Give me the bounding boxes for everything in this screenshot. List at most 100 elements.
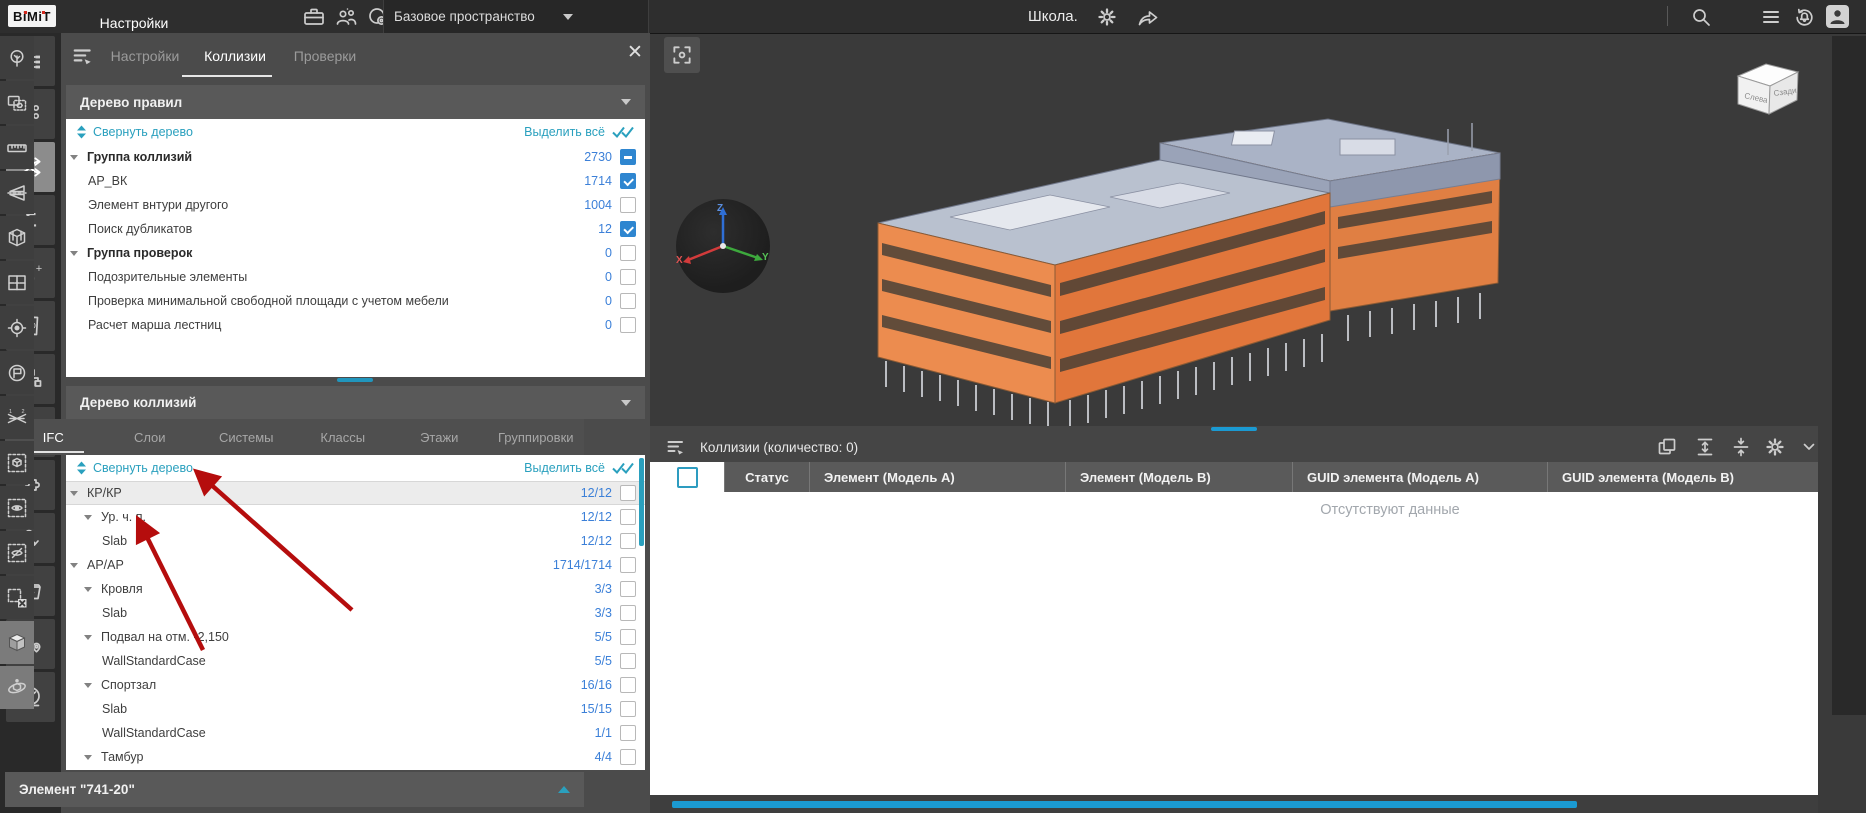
panel-drag-handle[interactable] [1211, 427, 1257, 431]
tree-item-checkbox[interactable] [620, 197, 636, 213]
collapse-tree-link[interactable]: Свернуть дерево [93, 125, 193, 139]
tool-select-box-button[interactable] [0, 441, 34, 484]
collapse-tree-link[interactable]: Свернуть дерево [93, 461, 193, 475]
tree-item-checkbox[interactable] [620, 317, 636, 333]
element-bar[interactable]: Элемент "741-20" [5, 772, 584, 807]
briefcase-icon[interactable] [302, 6, 326, 28]
tree-tab-этажи[interactable]: Этажи [391, 419, 488, 455]
view-cube[interactable]: Слева Сзади [1736, 60, 1802, 120]
tool-locate-button[interactable] [0, 306, 34, 349]
tree-item-checkbox[interactable] [620, 509, 636, 525]
tree-row[interactable]: АР/АР1714/1714 [66, 553, 645, 577]
tree-tab-слои[interactable]: Слои [102, 419, 199, 455]
user-avatar-icon[interactable] [1826, 5, 1849, 28]
tree-item-checkbox[interactable] [620, 749, 636, 765]
share-icon[interactable] [1136, 6, 1158, 28]
table-column-header[interactable]: Статус [724, 462, 809, 492]
table-column-header[interactable]: GUID элемента (Модель B) [1547, 462, 1818, 492]
tree-item-checkbox[interactable] [620, 677, 636, 693]
chevron-down-icon[interactable] [1798, 436, 1820, 458]
tool-section-plane-button[interactable] [0, 171, 34, 214]
table-column-header[interactable]: Элемент (Модель B) [1065, 462, 1292, 492]
tree-item-checkbox[interactable] [620, 533, 636, 549]
workspace-selector[interactable]: Базовое пространство [383, 0, 649, 33]
tool-collision-axes-button[interactable]: 1 2 [0, 396, 34, 439]
tree-tab-классы[interactable]: Классы [295, 419, 392, 455]
tab-kollizii[interactable]: Коллизии [190, 33, 280, 79]
tree-row[interactable]: Спортзал16/16 [66, 673, 645, 697]
tool-floorplan-button[interactable] [0, 261, 34, 304]
expand-caret-icon[interactable] [84, 755, 92, 760]
tree-item-checkbox[interactable] [620, 485, 636, 501]
tree-tab-системы[interactable]: Системы [198, 419, 295, 455]
tree-row[interactable]: Группа проверок0 [66, 241, 645, 265]
tree-item-checkbox[interactable] [620, 221, 636, 237]
tree-row[interactable]: Расчет марша лестниц0 [66, 313, 645, 337]
tool-zoom-to-selection-button[interactable] [0, 81, 34, 124]
settings-icon[interactable] [1764, 436, 1786, 458]
tree-row[interactable]: WallStandardCase1/1 [66, 721, 645, 745]
expand-caret-icon[interactable] [70, 251, 78, 256]
team-icon[interactable] [333, 6, 359, 28]
fit-view-button[interactable] [664, 37, 700, 73]
select-all-checkbox[interactable] [677, 467, 698, 488]
tool-clip-box-button[interactable] [0, 216, 34, 259]
tree-row[interactable]: Элемент внтури другого1004 [66, 193, 645, 217]
tree-row[interactable]: Slab12/12 [66, 529, 645, 553]
tree-item-checkbox[interactable] [620, 149, 636, 165]
project-settings-gear-icon[interactable] [1096, 6, 1118, 28]
search-icon[interactable] [1690, 6, 1712, 28]
tab-nastroyki[interactable]: Настройки [100, 33, 190, 79]
tree-row[interactable]: Ур. ч. п.12/12 [66, 505, 645, 529]
tree-item-checkbox[interactable] [620, 293, 636, 309]
tool-flag-marker-button[interactable] [0, 351, 34, 394]
tree-row[interactable]: Кровля3/3 [66, 577, 645, 601]
tab-proverki[interactable]: Проверки [280, 33, 370, 79]
sort-icon[interactable] [76, 125, 87, 139]
expand-caret-icon[interactable] [84, 587, 92, 592]
tree-row[interactable]: КР/КР12/12 [66, 481, 645, 505]
tool-hide-selected-button[interactable] [0, 531, 34, 574]
tree-row[interactable]: WallStandardCase5/5 [66, 649, 645, 673]
menu-list-icon[interactable] [1760, 6, 1782, 28]
tree-item-checkbox[interactable] [620, 725, 636, 741]
tree-item-checkbox[interactable] [620, 173, 636, 189]
expand-caret-icon[interactable] [84, 635, 92, 640]
table-column-header[interactable]: Элемент (Модель A) [809, 462, 1065, 492]
close-panel-icon[interactable]: ✕ [627, 45, 643, 61]
tree-scrollbar[interactable] [639, 458, 644, 546]
tool-measure-button[interactable] [0, 126, 34, 169]
splitter-handle[interactable] [337, 378, 373, 382]
expand-caret-icon[interactable] [84, 515, 92, 520]
expand-caret-icon[interactable] [70, 155, 78, 160]
select-all-link[interactable]: Выделить всё [524, 461, 605, 475]
duplicate-icon[interactable] [1656, 436, 1678, 458]
rules-tree-header[interactable]: Дерево правил [66, 85, 645, 119]
tree-item-checkbox[interactable] [620, 629, 636, 645]
tool-show-selected-button[interactable] [0, 486, 34, 529]
tree-row[interactable]: Тамбур4/4 [66, 745, 645, 769]
tool-tree-view-button[interactable] [0, 36, 34, 79]
expand-caret-icon[interactable] [70, 491, 78, 496]
select-all-link[interactable]: Выделить всё [524, 125, 605, 139]
tree-item-checkbox[interactable] [620, 701, 636, 717]
expand-rows-icon[interactable] [1694, 436, 1716, 458]
tree-item-checkbox[interactable] [620, 557, 636, 573]
table-column-header[interactable]: GUID элемента (Модель A) [1292, 462, 1547, 492]
tree-row[interactable]: Slab15/15 [66, 697, 645, 721]
tree-row[interactable]: Поиск дубликатов12 [66, 217, 645, 241]
tree-row[interactable]: Группа коллизий2730 [66, 145, 645, 169]
collisions-tree-header[interactable]: Дерево коллизий [66, 386, 645, 419]
tree-item-checkbox[interactable] [620, 605, 636, 621]
tree-item-checkbox[interactable] [620, 581, 636, 597]
app-logo[interactable]: BiMiT [8, 5, 56, 27]
tool-shaded-view-button[interactable] [0, 621, 34, 664]
tree-tab-группировки[interactable]: Группировки [488, 419, 585, 455]
tree-row[interactable]: Подвал на отм. -2,1505/5 [66, 625, 645, 649]
expand-caret-icon[interactable] [84, 683, 92, 688]
tool-clear-selection-button[interactable] [0, 576, 34, 619]
panel-menu-icon[interactable] [666, 437, 686, 457]
tree-item-checkbox[interactable] [620, 245, 636, 261]
collapse-rows-icon[interactable] [1730, 436, 1752, 458]
tree-row[interactable]: Проверка минимальной свободной площади с… [66, 289, 645, 313]
